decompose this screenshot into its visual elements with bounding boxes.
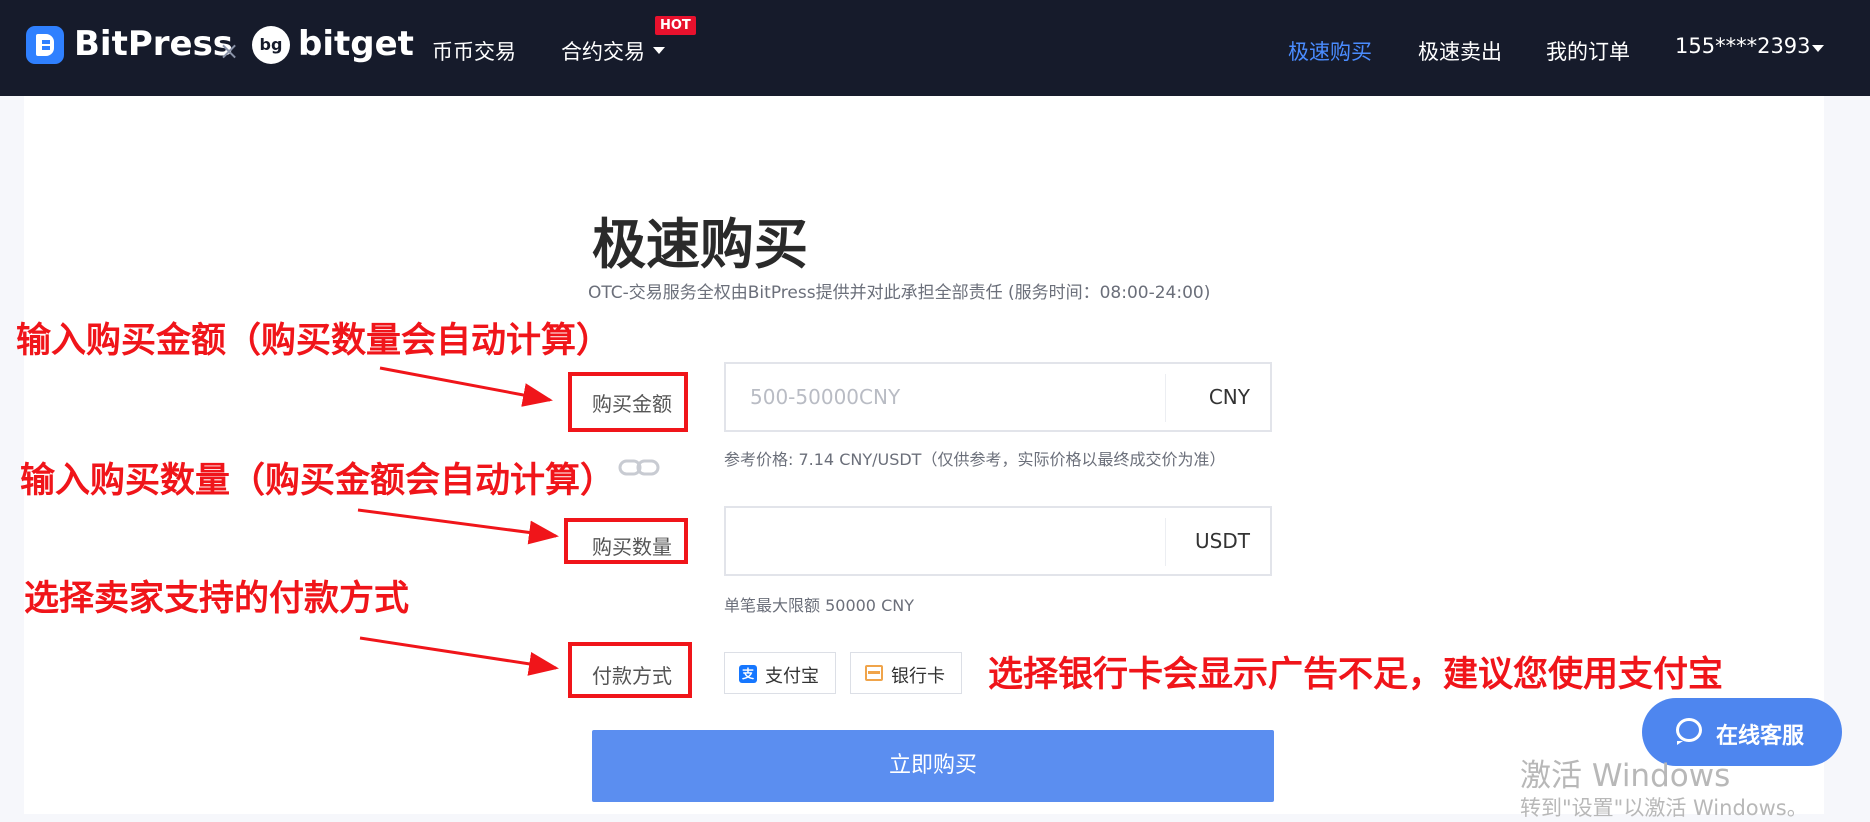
windows-activation-hint: 转到"设置"以激活 Windows。 <box>1520 796 1808 820</box>
arrow-to-amount <box>379 366 553 407</box>
windows-activation-watermark: 激活 Windows <box>1520 758 1731 794</box>
support-label: 在线客服 <box>1716 724 1805 749</box>
annotation-arrows <box>357 366 559 676</box>
arrow-to-payment <box>359 636 559 676</box>
arrow-to-quantity <box>357 508 559 545</box>
chat-bubble-icon <box>1676 718 1702 745</box>
